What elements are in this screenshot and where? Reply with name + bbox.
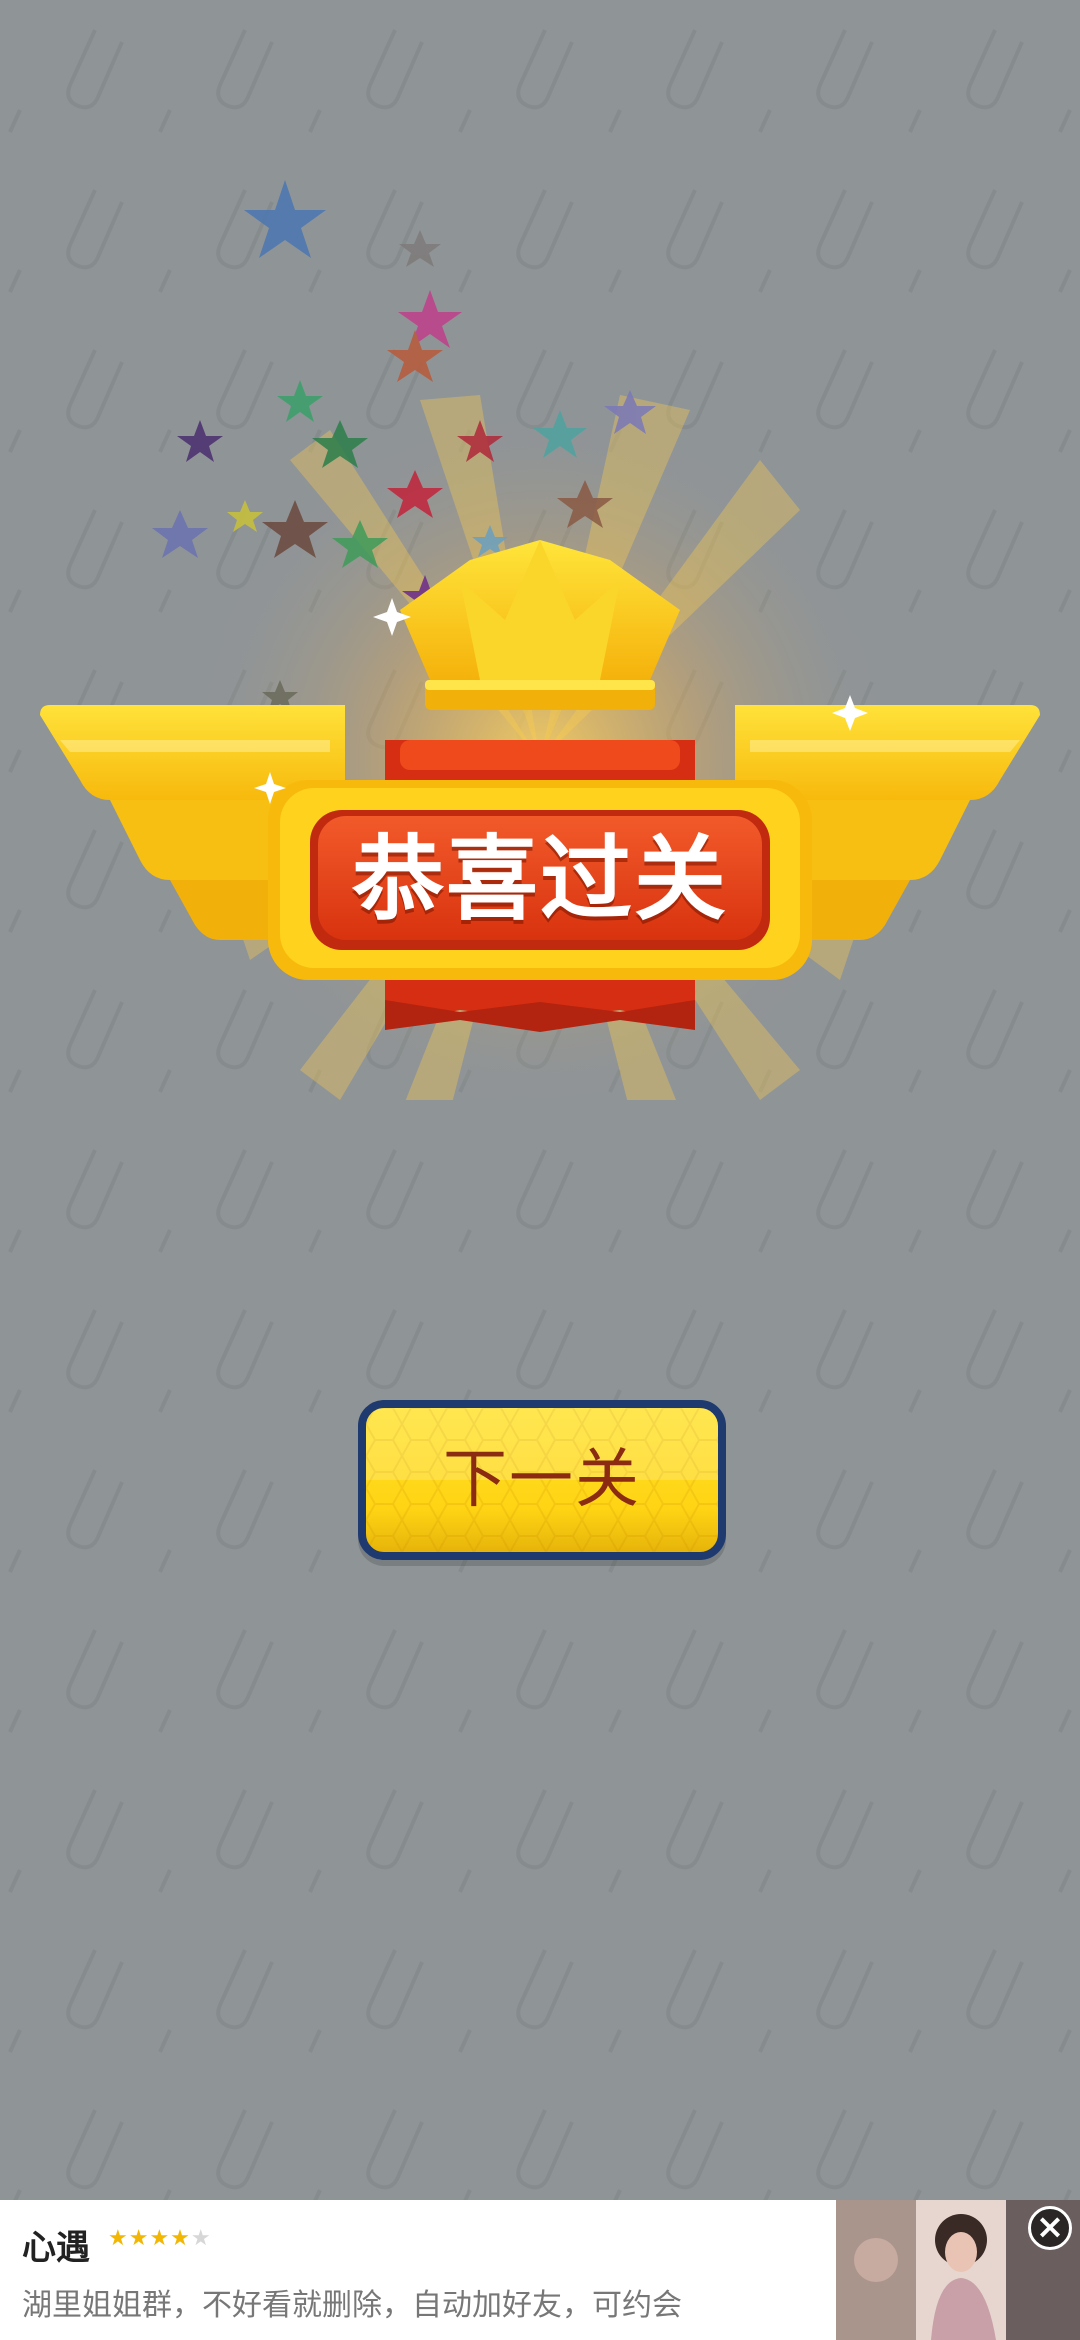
ad-description: 湖里姐姐群，不好看就删除，自动加好友，可约会: [22, 2288, 682, 2323]
ad-rating: ★★★★★: [108, 2226, 212, 2251]
ad-title: 心遇: [22, 2228, 90, 2268]
level-complete-title: 恭喜过关: [351, 826, 728, 933]
rating-star-empty: ★: [190, 2226, 212, 2251]
next-level-button[interactable]: 下一关: [358, 1400, 726, 1560]
next-level-label: 下一关: [443, 1443, 641, 1517]
level-complete-screen: 恭喜过关 下一关 心遇 ★★★★★ 湖里姐姐群，不好看就删除，自动加好友，可约会: [0, 0, 1080, 2340]
victory-badge: [40, 180, 1040, 1100]
ad-banner[interactable]: 心遇 ★★★★★ 湖里姐姐群，不好看就删除，自动加好友，可约会 ×: [0, 2200, 1080, 2340]
rating-stars-filled: ★★★★: [108, 2226, 191, 2251]
close-icon[interactable]: ×: [1028, 2206, 1072, 2250]
